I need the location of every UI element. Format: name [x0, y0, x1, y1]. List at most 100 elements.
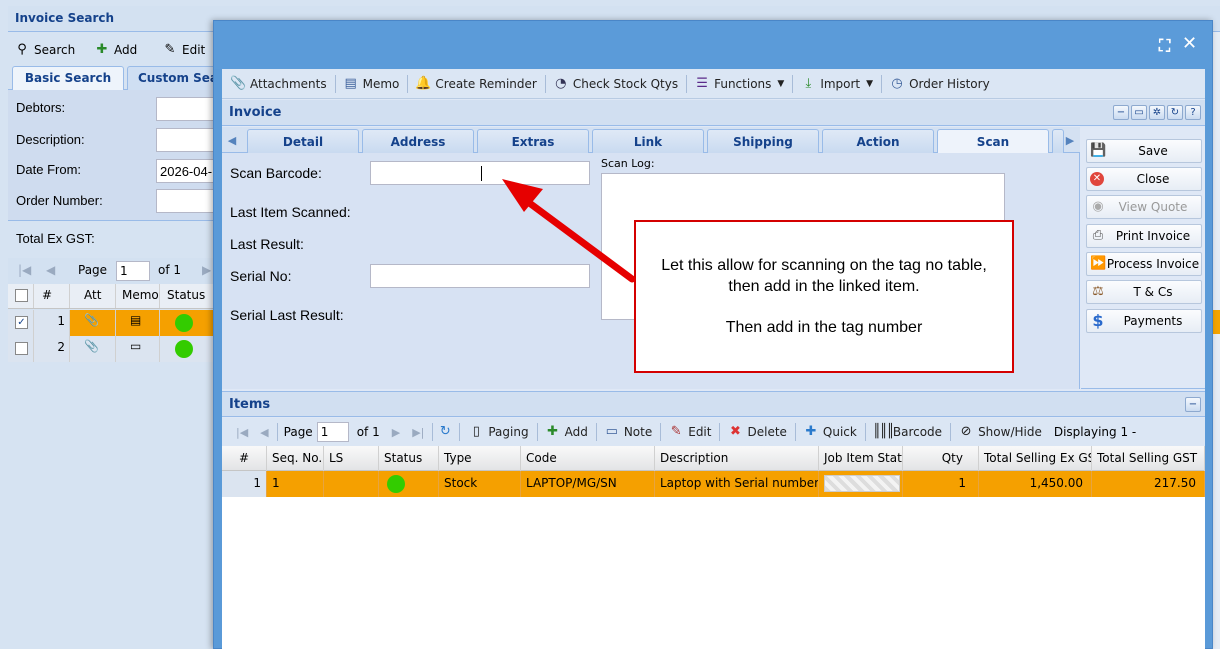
- toolbar-divider: [950, 423, 952, 441]
- functions-menu[interactable]: ☰ Functions ▼: [692, 72, 792, 96]
- page-input[interactable]: 1: [116, 261, 150, 281]
- barcode-button[interactable]: ║║║ Barcode: [871, 420, 950, 444]
- view-quote-button[interactable]: ◉ View Quote: [1086, 195, 1202, 219]
- add-item-button[interactable]: ✚ Add: [543, 420, 596, 444]
- last-page-icon[interactable]: ▶|: [406, 426, 430, 439]
- col-description[interactable]: Description: [655, 446, 819, 471]
- add-icon: ✚: [96, 42, 108, 57]
- scan-barcode-input[interactable]: [370, 161, 590, 185]
- add-button[interactable]: ✚ Add: [94, 42, 138, 58]
- next-page-icon[interactable]: ▶: [202, 263, 211, 277]
- toolbar-divider: [459, 423, 461, 441]
- collapse-icon[interactable]: −: [1113, 105, 1129, 120]
- first-page-icon[interactable]: |◀: [18, 263, 31, 277]
- toolbar-divider: [794, 423, 796, 441]
- memo-button[interactable]: ▤ Memo: [341, 72, 408, 96]
- next-page-icon[interactable]: ▶: [386, 426, 406, 439]
- serial-no-input[interactable]: [370, 264, 590, 288]
- attachments-button[interactable]: 📎 Attachments: [228, 72, 335, 96]
- col-num[interactable]: #: [222, 446, 267, 471]
- table-row[interactable]: 2 📎 ▭: [8, 336, 228, 362]
- table-row[interactable]: 1 1 Stock LAPTOP/MG/SN Laptop with Seria…: [222, 471, 1205, 497]
- total-ex-gst-label: Total Ex GST:: [16, 231, 95, 246]
- col-code[interactable]: Code: [521, 446, 655, 471]
- prev-page-icon[interactable]: ◀: [46, 263, 55, 277]
- col-total-ex-gst[interactable]: Total Selling Ex GST: [979, 446, 1092, 471]
- select-all-header[interactable]: [8, 284, 34, 308]
- first-page-icon[interactable]: |◀: [230, 426, 254, 439]
- col-job-item-status[interactable]: Job Item Status: [819, 446, 903, 471]
- show-hide-button[interactable]: ⊘ Show/Hide: [956, 420, 1050, 444]
- paperclip-icon: 📎: [230, 75, 247, 91]
- edit-item-button[interactable]: ✎ Edit: [666, 420, 719, 444]
- tab-scroll-right-icon[interactable]: ▶: [1060, 131, 1080, 151]
- tab-scan[interactable]: Scan: [937, 129, 1049, 154]
- tab-action[interactable]: Action: [822, 129, 934, 153]
- create-reminder-button[interactable]: 🔔 Create Reminder: [413, 72, 544, 96]
- quick-add-button[interactable]: ✚ Quick: [801, 420, 865, 444]
- search-button[interactable]: ⚲ Search: [14, 42, 75, 58]
- note-button[interactable]: ▭ Note: [602, 420, 660, 444]
- print-invoice-button[interactable]: ⎙ Print Invoice: [1086, 224, 1202, 248]
- annotation-callout: Let this allow for scanning on the tag n…: [634, 220, 1014, 373]
- close-button[interactable]: ✕ Close: [1086, 167, 1202, 191]
- add-icon: ✚: [547, 424, 559, 439]
- payments-button[interactable]: $ Payments: [1086, 309, 1202, 333]
- toolbar-divider: [536, 423, 538, 441]
- col-status[interactable]: Status: [379, 446, 439, 471]
- tab-scroll-left-icon[interactable]: ◀: [222, 131, 242, 151]
- tab-link[interactable]: Link: [592, 129, 704, 153]
- col-seq-no[interactable]: Seq. No.: [267, 446, 324, 471]
- page-input[interactable]: 1: [316, 422, 349, 442]
- refresh-icon[interactable]: ↻: [437, 424, 453, 440]
- save-button[interactable]: 💾 Save: [1086, 139, 1202, 163]
- memo-icon[interactable]: ▤: [116, 310, 160, 336]
- tab-extras[interactable]: Extras: [477, 129, 589, 153]
- job-item-status-bar: [824, 475, 900, 492]
- chevron-down-icon: ▼: [866, 78, 874, 89]
- row-qty: 1: [903, 471, 979, 497]
- row-checkbox[interactable]: ✓: [15, 316, 28, 329]
- memo-empty-icon[interactable]: ▭: [116, 336, 160, 362]
- edit-button[interactable]: ✎ Edit: [162, 42, 206, 58]
- help-icon[interactable]: ?: [1185, 105, 1201, 120]
- refresh-icon[interactable]: ↻: [1167, 105, 1183, 120]
- delete-item-button[interactable]: ✖ Delete: [725, 420, 794, 444]
- check-stock-button[interactable]: ◔ Check Stock Qtys: [551, 72, 686, 96]
- gear-icon[interactable]: ✲: [1149, 105, 1165, 120]
- toolbar-divider: [276, 423, 278, 441]
- paperclip-icon[interactable]: 📎: [70, 310, 116, 336]
- prev-page-icon[interactable]: ◀: [254, 426, 274, 439]
- terms-button[interactable]: ⚖ T & Cs: [1086, 280, 1202, 304]
- order-history-button[interactable]: ◷ Order History: [887, 72, 998, 96]
- action-panel: 💾 Save ✕ Close ◉ View Quote ⎙ Print Invoice …: [1081, 127, 1205, 389]
- history-icon: ◷: [891, 75, 903, 91]
- col-memo: Memo: [116, 284, 160, 308]
- col-type[interactable]: Type: [439, 446, 521, 471]
- invoice-search-toolbar: ⚲ Search ✚ Add ✎ Edit: [8, 34, 228, 64]
- modal-header: ⛶ ✕: [214, 21, 1212, 69]
- tab-shipping[interactable]: Shipping: [707, 129, 819, 153]
- col-ls[interactable]: LS: [324, 446, 379, 471]
- tab-address[interactable]: Address: [362, 129, 474, 153]
- process-invoice-button[interactable]: ⏩ Process Invoice: [1086, 252, 1202, 276]
- import-menu[interactable]: ⤓ Import ▼: [798, 72, 881, 96]
- toolbar-divider: [334, 74, 336, 93]
- table-row[interactable]: ✓ 1 📎 ▤: [8, 310, 228, 336]
- maximize-icon[interactable]: ⛶: [1159, 38, 1170, 54]
- restore-icon[interactable]: ▭: [1131, 105, 1147, 120]
- scan-log-label: Scan Log:: [601, 157, 655, 170]
- close-icon[interactable]: ✕: [1182, 35, 1197, 53]
- search-form: Debtors: Description: Date From: 2026-04…: [8, 90, 228, 220]
- last-result-label: Last Result:: [230, 236, 304, 252]
- col-total-gst[interactable]: Total Selling GST: [1092, 446, 1205, 471]
- tab-basic-search[interactable]: Basic Search: [12, 66, 124, 90]
- paperclip-icon[interactable]: 📎: [70, 336, 116, 362]
- row-checkbox[interactable]: [15, 342, 28, 355]
- tab-detail[interactable]: Detail: [247, 129, 359, 153]
- paging-button[interactable]: ▯ Paging: [466, 420, 536, 444]
- collapse-icon[interactable]: −: [1185, 397, 1201, 412]
- col-num: #: [34, 284, 70, 308]
- edit-icon: ✎: [670, 424, 682, 439]
- col-qty[interactable]: Qty: [903, 446, 979, 471]
